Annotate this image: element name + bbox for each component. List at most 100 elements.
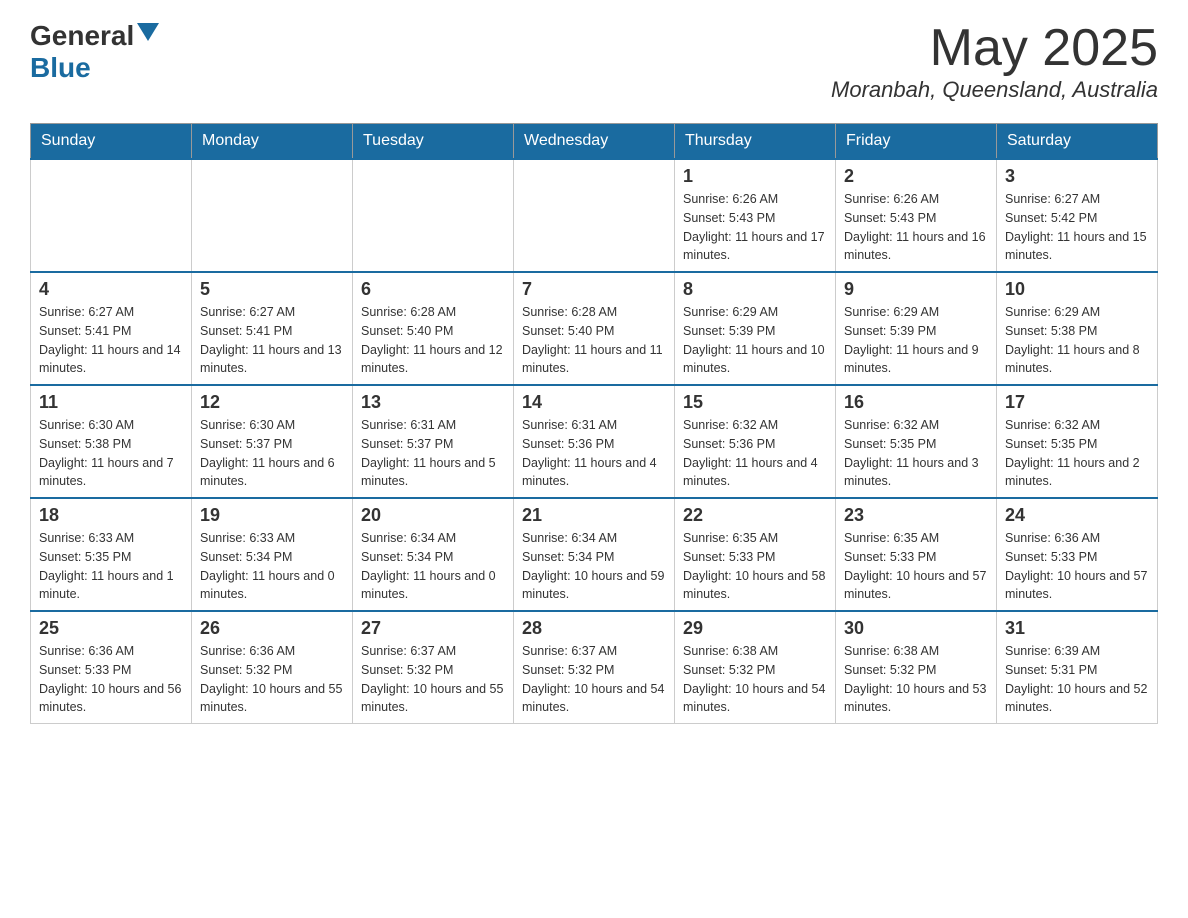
day-info: Sunrise: 6:35 AMSunset: 5:33 PMDaylight:… [683, 529, 827, 604]
calendar-cell: 27 Sunrise: 6:37 AMSunset: 5:32 PMDayligh… [353, 611, 514, 724]
day-info: Sunrise: 6:34 AMSunset: 5:34 PMDaylight:… [361, 529, 505, 604]
calendar-cell: 12 Sunrise: 6:30 AMSunset: 5:37 PMDayligh… [192, 385, 353, 498]
calendar-week-row: 18 Sunrise: 6:33 AMSunset: 5:35 PMDayligh… [31, 498, 1158, 611]
calendar-week-row: 11 Sunrise: 6:30 AMSunset: 5:38 PMDayligh… [31, 385, 1158, 498]
day-info: Sunrise: 6:39 AMSunset: 5:31 PMDaylight:… [1005, 642, 1149, 717]
day-info: Sunrise: 6:30 AMSunset: 5:37 PMDaylight:… [200, 416, 344, 491]
day-info: Sunrise: 6:31 AMSunset: 5:36 PMDaylight:… [522, 416, 666, 491]
day-number: 5 [200, 279, 344, 300]
day-number: 10 [1005, 279, 1149, 300]
calendar-header-sunday: Sunday [31, 124, 192, 160]
calendar-cell: 15 Sunrise: 6:32 AMSunset: 5:36 PMDayligh… [675, 385, 836, 498]
day-number: 21 [522, 505, 666, 526]
day-info: Sunrise: 6:36 AMSunset: 5:33 PMDaylight:… [39, 642, 183, 717]
calendar-cell: 30 Sunrise: 6:38 AMSunset: 5:32 PMDayligh… [836, 611, 997, 724]
day-info: Sunrise: 6:32 AMSunset: 5:35 PMDaylight:… [844, 416, 988, 491]
day-info: Sunrise: 6:26 AMSunset: 5:43 PMDaylight:… [844, 190, 988, 265]
calendar-cell: 17 Sunrise: 6:32 AMSunset: 5:35 PMDayligh… [997, 385, 1158, 498]
day-info: Sunrise: 6:29 AMSunset: 5:38 PMDaylight:… [1005, 303, 1149, 378]
calendar-cell: 7Sunrise: 6:28 AMSunset: 5:40 PMDaylight… [514, 272, 675, 385]
day-number: 31 [1005, 618, 1149, 639]
day-info: Sunrise: 6:26 AMSunset: 5:43 PMDaylight:… [683, 190, 827, 265]
day-number: 7 [522, 279, 666, 300]
day-number: 14 [522, 392, 666, 413]
page-header: General Blue May 2025 Moranbah, Queensla… [30, 20, 1158, 103]
day-info: Sunrise: 6:37 AMSunset: 5:32 PMDaylight:… [361, 642, 505, 717]
day-number: 12 [200, 392, 344, 413]
calendar-week-row: 25 Sunrise: 6:36 AMSunset: 5:33 PMDayligh… [31, 611, 1158, 724]
day-info: Sunrise: 6:34 AMSunset: 5:34 PMDaylight:… [522, 529, 666, 604]
day-number: 8 [683, 279, 827, 300]
day-info: Sunrise: 6:27 AMSunset: 5:41 PMDaylight:… [200, 303, 344, 378]
day-info: Sunrise: 6:27 AMSunset: 5:41 PMDaylight:… [39, 303, 183, 378]
calendar-header-tuesday: Tuesday [353, 124, 514, 160]
calendar-header-friday: Friday [836, 124, 997, 160]
calendar-cell: 14 Sunrise: 6:31 AMSunset: 5:36 PMDayligh… [514, 385, 675, 498]
day-number: 1 [683, 166, 827, 187]
day-number: 9 [844, 279, 988, 300]
day-number: 11 [39, 392, 183, 413]
title-block: May 2025 Moranbah, Queensland, Australia [831, 20, 1158, 103]
day-number: 26 [200, 618, 344, 639]
location: Moranbah, Queensland, Australia [831, 77, 1158, 103]
day-info: Sunrise: 6:31 AMSunset: 5:37 PMDaylight:… [361, 416, 505, 491]
day-info: Sunrise: 6:32 AMSunset: 5:35 PMDaylight:… [1005, 416, 1149, 491]
calendar-table: SundayMondayTuesdayWednesdayThursdayFrid… [30, 123, 1158, 724]
calendar-cell: 4Sunrise: 6:27 AMSunset: 5:41 PMDaylight… [31, 272, 192, 385]
day-number: 29 [683, 618, 827, 639]
day-number: 25 [39, 618, 183, 639]
calendar-cell [192, 159, 353, 272]
month-title: May 2025 [831, 20, 1158, 77]
calendar-cell: 5 Sunrise: 6:27 AMSunset: 5:41 PMDaylight… [192, 272, 353, 385]
calendar-week-row: 4Sunrise: 6:27 AMSunset: 5:41 PMDaylight… [31, 272, 1158, 385]
day-info: Sunrise: 6:36 AMSunset: 5:33 PMDaylight:… [1005, 529, 1149, 604]
calendar-header-wednesday: Wednesday [514, 124, 675, 160]
calendar-cell: 8 Sunrise: 6:29 AMSunset: 5:39 PMDaylight… [675, 272, 836, 385]
calendar-cell: 24 Sunrise: 6:36 AMSunset: 5:33 PMDayligh… [997, 498, 1158, 611]
calendar-cell: 31 Sunrise: 6:39 AMSunset: 5:31 PMDayligh… [997, 611, 1158, 724]
calendar-cell: 28 Sunrise: 6:37 AMSunset: 5:32 PMDayligh… [514, 611, 675, 724]
calendar-cell: 29Sunrise: 6:38 AMSunset: 5:32 PMDayligh… [675, 611, 836, 724]
day-info: Sunrise: 6:29 AMSunset: 5:39 PMDaylight:… [683, 303, 827, 378]
day-number: 17 [1005, 392, 1149, 413]
day-number: 3 [1005, 166, 1149, 187]
day-number: 28 [522, 618, 666, 639]
calendar-cell: 18 Sunrise: 6:33 AMSunset: 5:35 PMDayligh… [31, 498, 192, 611]
day-info: Sunrise: 6:35 AMSunset: 5:33 PMDaylight:… [844, 529, 988, 604]
calendar-cell [31, 159, 192, 272]
day-number: 22 [683, 505, 827, 526]
day-number: 15 [683, 392, 827, 413]
day-number: 18 [39, 505, 183, 526]
calendar-cell: 16 Sunrise: 6:32 AMSunset: 5:35 PMDayligh… [836, 385, 997, 498]
calendar-cell: 3Sunrise: 6:27 AMSunset: 5:42 PMDaylight… [997, 159, 1158, 272]
day-number: 16 [844, 392, 988, 413]
day-number: 13 [361, 392, 505, 413]
day-number: 27 [361, 618, 505, 639]
calendar-cell [353, 159, 514, 272]
logo-general: General [30, 20, 134, 52]
day-number: 2 [844, 166, 988, 187]
day-info: Sunrise: 6:32 AMSunset: 5:36 PMDaylight:… [683, 416, 827, 491]
calendar-header-row: SundayMondayTuesdayWednesdayThursdayFrid… [31, 124, 1158, 160]
day-info: Sunrise: 6:30 AMSunset: 5:38 PMDaylight:… [39, 416, 183, 491]
calendar-cell: 20Sunrise: 6:34 AMSunset: 5:34 PMDayligh… [353, 498, 514, 611]
calendar-header-thursday: Thursday [675, 124, 836, 160]
calendar-week-row: 1 Sunrise: 6:26 AMSunset: 5:43 PMDaylight… [31, 159, 1158, 272]
calendar-cell: 21 Sunrise: 6:34 AMSunset: 5:34 PMDayligh… [514, 498, 675, 611]
calendar-cell [514, 159, 675, 272]
day-number: 30 [844, 618, 988, 639]
calendar-cell: 22 Sunrise: 6:35 AMSunset: 5:33 PMDayligh… [675, 498, 836, 611]
day-info: Sunrise: 6:37 AMSunset: 5:32 PMDaylight:… [522, 642, 666, 717]
calendar-cell: 9 Sunrise: 6:29 AMSunset: 5:39 PMDaylight… [836, 272, 997, 385]
calendar-cell: 19Sunrise: 6:33 AMSunset: 5:34 PMDayligh… [192, 498, 353, 611]
day-info: Sunrise: 6:33 AMSunset: 5:35 PMDaylight:… [39, 529, 183, 604]
day-info: Sunrise: 6:36 AMSunset: 5:32 PMDaylight:… [200, 642, 344, 717]
day-number: 24 [1005, 505, 1149, 526]
logo: General Blue [30, 20, 159, 84]
day-info: Sunrise: 6:38 AMSunset: 5:32 PMDaylight:… [844, 642, 988, 717]
calendar-cell: 13 Sunrise: 6:31 AMSunset: 5:37 PMDayligh… [353, 385, 514, 498]
day-info: Sunrise: 6:29 AMSunset: 5:39 PMDaylight:… [844, 303, 988, 378]
calendar-cell: 6Sunrise: 6:28 AMSunset: 5:40 PMDaylight… [353, 272, 514, 385]
calendar-cell: 26 Sunrise: 6:36 AMSunset: 5:32 PMDayligh… [192, 611, 353, 724]
calendar-cell: 1 Sunrise: 6:26 AMSunset: 5:43 PMDaylight… [675, 159, 836, 272]
